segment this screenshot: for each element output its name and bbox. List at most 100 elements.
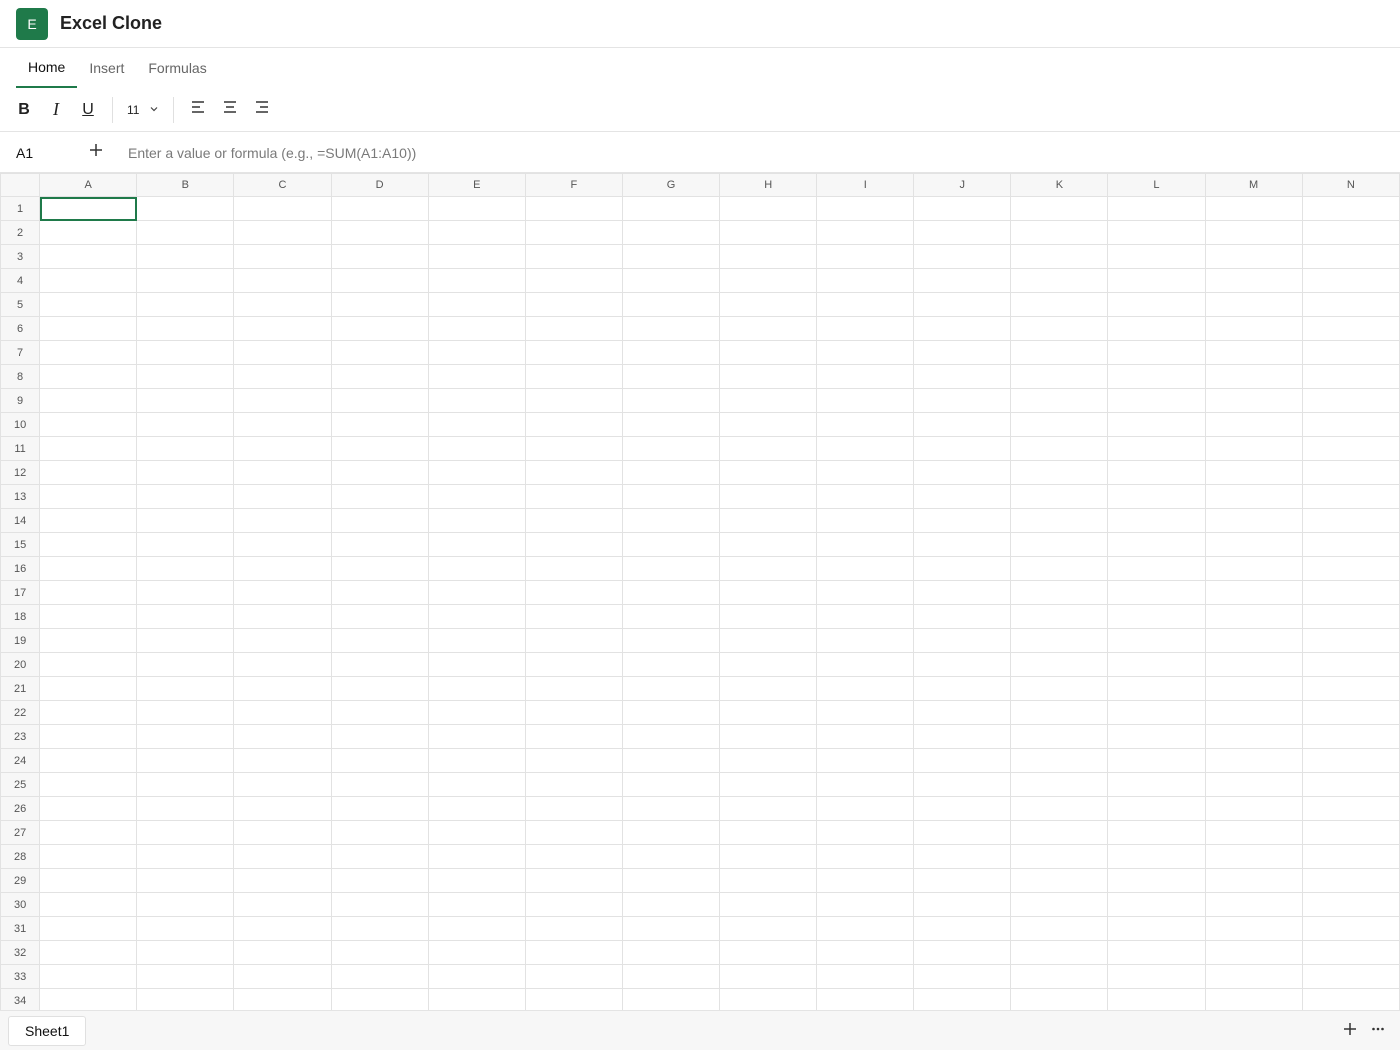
grid-cell[interactable] <box>136 388 235 413</box>
grid-cell[interactable] <box>913 748 1012 773</box>
grid-cell[interactable] <box>427 628 526 653</box>
grid-cell[interactable] <box>233 508 332 533</box>
grid-cell[interactable] <box>621 628 721 653</box>
grid-cell[interactable] <box>39 268 138 293</box>
grid-cell[interactable] <box>427 676 526 701</box>
grid-cell[interactable] <box>330 220 429 245</box>
grid-cell[interactable] <box>39 676 138 701</box>
grid-cell[interactable] <box>427 652 526 677</box>
grid-cell[interactable] <box>233 988 332 1010</box>
grid-cell[interactable] <box>1010 724 1109 749</box>
grid-cell[interactable] <box>524 268 623 293</box>
column-header[interactable]: L <box>1107 173 1206 197</box>
grid-cell[interactable] <box>136 748 235 773</box>
grid-cell[interactable] <box>1204 412 1303 437</box>
grid-cell[interactable] <box>330 844 429 869</box>
grid-cell[interactable] <box>427 916 526 941</box>
grid-cell[interactable] <box>1204 604 1303 629</box>
grid-cell[interactable] <box>1010 460 1109 485</box>
grid-cell[interactable] <box>233 820 332 845</box>
grid-cell[interactable] <box>1301 988 1400 1010</box>
grid-cell[interactable] <box>621 460 721 485</box>
grid-cell[interactable] <box>1301 964 1400 989</box>
grid-cell[interactable] <box>233 628 332 653</box>
grid-cell[interactable] <box>1107 652 1206 677</box>
grid-cell[interactable] <box>1010 196 1109 221</box>
grid-cell[interactable] <box>913 508 1012 533</box>
grid-cell[interactable] <box>524 796 623 821</box>
grid-cell[interactable] <box>719 724 818 749</box>
grid-cell[interactable] <box>1204 364 1303 389</box>
grid-cell[interactable] <box>913 988 1012 1010</box>
grid-cell[interactable] <box>39 412 138 437</box>
grid-cell[interactable] <box>233 916 332 941</box>
grid-cell[interactable] <box>1301 484 1400 509</box>
grid-cell[interactable] <box>1204 820 1303 845</box>
grid-cell[interactable] <box>39 556 138 581</box>
grid-cell[interactable] <box>427 292 526 317</box>
grid-cell[interactable] <box>39 436 138 461</box>
grid-cell[interactable] <box>1204 532 1303 557</box>
grid-cell[interactable] <box>621 340 721 365</box>
grid-cell[interactable] <box>913 820 1012 845</box>
grid-cell[interactable] <box>1010 868 1109 893</box>
grid-cell[interactable] <box>1107 868 1206 893</box>
grid-cell[interactable] <box>524 556 623 581</box>
grid-cell[interactable] <box>39 604 138 629</box>
grid-cell[interactable] <box>427 796 526 821</box>
grid-cell[interactable] <box>816 412 915 437</box>
row-header[interactable]: 11 <box>0 436 41 461</box>
grid-cell[interactable] <box>1107 724 1206 749</box>
grid-cell[interactable] <box>816 772 915 797</box>
grid-cell[interactable] <box>1010 220 1109 245</box>
row-header[interactable]: 25 <box>0 772 41 797</box>
grid-cell[interactable] <box>39 892 138 917</box>
grid-cell[interactable] <box>233 556 332 581</box>
grid-cell[interactable] <box>233 676 332 701</box>
grid-cell[interactable] <box>816 916 915 941</box>
grid-cell[interactable] <box>621 268 721 293</box>
grid-cell[interactable] <box>136 268 235 293</box>
grid-cell[interactable] <box>39 292 138 317</box>
grid-cell[interactable] <box>913 940 1012 965</box>
grid-cell[interactable] <box>816 292 915 317</box>
grid-cell[interactable] <box>1010 700 1109 725</box>
grid-cell[interactable] <box>524 988 623 1010</box>
grid-cell[interactable] <box>816 748 915 773</box>
grid-cell[interactable] <box>330 820 429 845</box>
grid-cell[interactable] <box>233 580 332 605</box>
grid-cell[interactable] <box>719 628 818 653</box>
grid-cell[interactable] <box>233 844 332 869</box>
grid-cell[interactable] <box>913 268 1012 293</box>
grid-cell[interactable] <box>1107 604 1206 629</box>
grid-cell[interactable] <box>1010 676 1109 701</box>
grid-cell[interactable] <box>1010 436 1109 461</box>
row-header[interactable]: 8 <box>0 364 41 389</box>
grid-cell[interactable] <box>621 556 721 581</box>
grid-cell[interactable] <box>330 268 429 293</box>
grid-cell[interactable] <box>913 580 1012 605</box>
grid-cell[interactable] <box>330 964 429 989</box>
grid-cell[interactable] <box>233 964 332 989</box>
grid-cell[interactable] <box>1301 580 1400 605</box>
grid-cell[interactable] <box>136 868 235 893</box>
grid-cell[interactable] <box>427 436 526 461</box>
grid-cell[interactable] <box>1301 916 1400 941</box>
grid-cell[interactable] <box>816 868 915 893</box>
grid-cell[interactable] <box>136 916 235 941</box>
row-header[interactable]: 1 <box>0 196 41 221</box>
insert-function-button[interactable] <box>64 133 128 173</box>
row-header[interactable]: 26 <box>0 796 41 821</box>
grid-cell[interactable] <box>39 220 138 245</box>
grid-cell[interactable] <box>427 388 526 413</box>
grid-cell[interactable] <box>1107 364 1206 389</box>
row-header[interactable]: 31 <box>0 916 41 941</box>
grid-cell[interactable] <box>427 748 526 773</box>
grid-cell[interactable] <box>233 268 332 293</box>
grid-cell[interactable] <box>427 484 526 509</box>
grid-cell[interactable] <box>39 388 138 413</box>
grid-cell[interactable] <box>913 628 1012 653</box>
grid-cell[interactable] <box>719 436 818 461</box>
grid-cell[interactable] <box>524 868 623 893</box>
grid-cell[interactable] <box>427 820 526 845</box>
